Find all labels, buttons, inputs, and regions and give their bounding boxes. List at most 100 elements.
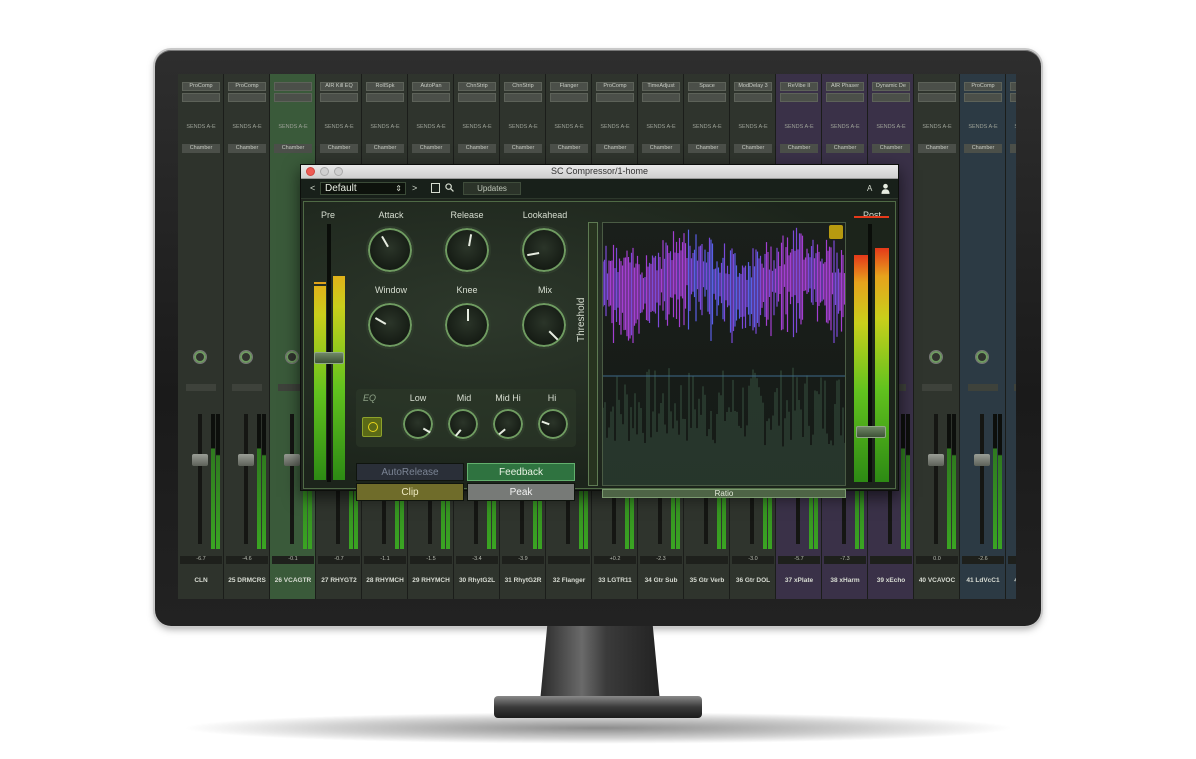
track-name[interactable]: 29 RHYMCH xyxy=(408,577,454,587)
send-slot[interactable]: Chamber xyxy=(596,144,634,153)
title-bar[interactable]: SC Compressor/1-home xyxy=(301,165,898,179)
clip-button[interactable]: Clip xyxy=(356,483,464,501)
insert-slot[interactable]: Dynamic De xyxy=(872,82,910,91)
insert-slot-empty[interactable] xyxy=(412,93,450,102)
volume-fader[interactable] xyxy=(192,454,208,466)
eq-hi-knob[interactable] xyxy=(536,407,570,441)
track-name[interactable]: 34 Gtr Sub xyxy=(638,577,684,587)
track-name[interactable]: 28 RHYMCH xyxy=(362,577,408,587)
insert-slot-empty[interactable] xyxy=(458,93,496,102)
send-slot[interactable]: Chamber xyxy=(1010,144,1016,153)
send-slot[interactable]: Chamber xyxy=(780,144,818,153)
send-slot[interactable]: Chamber xyxy=(688,144,726,153)
insert-slot[interactable] xyxy=(274,82,312,91)
insert-slot-empty[interactable] xyxy=(274,93,312,102)
track-name[interactable]: 32 Flanger xyxy=(546,577,592,587)
send-slot[interactable]: Chamber xyxy=(320,144,358,153)
track-name[interactable]: CLN xyxy=(178,577,224,587)
send-slot[interactable]: Chamber xyxy=(228,144,266,153)
send-slot[interactable]: Chamber xyxy=(642,144,680,153)
send-slot[interactable]: Chamber xyxy=(964,144,1002,153)
insert-slot-empty[interactable] xyxy=(228,93,266,102)
pan-knob[interactable] xyxy=(193,350,207,364)
insert-slot-empty[interactable] xyxy=(182,93,220,102)
insert-slot[interactable]: ModDelay 3 xyxy=(734,82,772,91)
eq-low-knob[interactable] xyxy=(401,407,435,441)
insert-slot-empty[interactable] xyxy=(872,93,910,102)
insert-slot[interactable]: AIR Kill EQ xyxy=(320,82,358,91)
insert-slot-empty[interactable] xyxy=(550,93,588,102)
next-preset-button[interactable]: > xyxy=(412,183,417,193)
send-slot[interactable]: Chamber xyxy=(872,144,910,153)
track-name[interactable]: 35 Gtr Verb xyxy=(684,577,730,587)
insert-slot[interactable] xyxy=(918,82,956,91)
send-slot[interactable]: Chamber xyxy=(458,144,496,153)
volume-fader[interactable] xyxy=(928,454,944,466)
autorelease-button[interactable]: AutoRelease xyxy=(356,463,464,481)
insert-slot[interactable]: Flanger xyxy=(550,82,588,91)
send-slot[interactable]: Chamber xyxy=(734,144,772,153)
input-gain-fader[interactable] xyxy=(314,352,344,364)
preset-selector[interactable]: Default ⇕ xyxy=(320,182,406,195)
insert-slot-empty[interactable] xyxy=(642,93,680,102)
search-icon[interactable] xyxy=(445,183,454,192)
volume-fader[interactable] xyxy=(974,454,990,466)
solo-mute-buttons[interactable] xyxy=(186,384,216,391)
insert-slot-empty[interactable] xyxy=(780,93,818,102)
insert-slot[interactable]: RollSpk xyxy=(366,82,404,91)
track-name[interactable]: 30 RhytG2L xyxy=(454,577,500,587)
pan-knob[interactable] xyxy=(239,350,253,364)
track-name[interactable]: 33 LGTR11 xyxy=(592,577,638,587)
insert-slot-empty[interactable] xyxy=(504,93,542,102)
bars-view-icon[interactable] xyxy=(829,225,843,239)
window-knob[interactable] xyxy=(366,301,414,349)
insert-slot-empty[interactable] xyxy=(826,93,864,102)
send-slot[interactable]: Chamber xyxy=(826,144,864,153)
mix-knob[interactable] xyxy=(520,301,568,349)
track-name[interactable]: 42 LdVcC xyxy=(1006,577,1016,587)
solo-mute-buttons[interactable] xyxy=(1014,384,1016,391)
track-name[interactable]: 36 Gtr DOL xyxy=(730,577,776,587)
track-name[interactable]: 27 RHYGT2 xyxy=(316,577,362,587)
track-name[interactable]: 26 VCAGTR xyxy=(270,577,316,587)
insert-slot[interactable]: ChnStrip xyxy=(458,82,496,91)
attack-knob[interactable] xyxy=(366,226,414,274)
eq-power-button[interactable] xyxy=(362,417,382,437)
insert-slot[interactable]: ProComp xyxy=(964,82,1002,91)
ab-compare-button[interactable]: A xyxy=(867,184,872,193)
insert-slot-empty[interactable] xyxy=(964,93,1002,102)
insert-slot-empty[interactable] xyxy=(366,93,404,102)
send-slot[interactable]: Chamber xyxy=(366,144,404,153)
output-gain-fader[interactable] xyxy=(856,426,886,438)
insert-slot-empty[interactable] xyxy=(1010,93,1016,102)
insert-slot[interactable]: Space xyxy=(688,82,726,91)
track-name[interactable]: 25 DRMCRS xyxy=(224,577,270,587)
compressor-plugin-window[interactable]: SC Compressor/1-home < Default ⇕ > Updat… xyxy=(300,164,899,501)
save-icon[interactable] xyxy=(431,183,440,193)
track-name[interactable]: 38 xHarm xyxy=(822,577,868,587)
previous-preset-button[interactable]: < xyxy=(310,183,315,193)
feedback-button[interactable]: Feedback xyxy=(467,463,575,481)
peak-button[interactable]: Peak xyxy=(467,483,575,501)
send-slot[interactable]: Chamber xyxy=(274,144,312,153)
threshold-slider[interactable] xyxy=(588,222,598,486)
insert-slot-empty[interactable] xyxy=(688,93,726,102)
insert-slot[interactable]: AIR Phaser xyxy=(826,82,864,91)
solo-mute-buttons[interactable] xyxy=(232,384,262,391)
track-name[interactable]: 31 RhytG2R xyxy=(500,577,546,587)
insert-slot[interactable]: ProComp xyxy=(596,82,634,91)
insert-slot[interactable] xyxy=(1010,82,1016,91)
insert-slot[interactable]: TimeAdjust xyxy=(642,82,680,91)
insert-slot[interactable]: ChnStrip xyxy=(504,82,542,91)
insert-slot-empty[interactable] xyxy=(320,93,358,102)
track-name[interactable]: 40 VCAVOC xyxy=(914,577,960,587)
insert-slot-empty[interactable] xyxy=(734,93,772,102)
send-slot[interactable]: Chamber xyxy=(504,144,542,153)
track-name[interactable]: 37 xPlate xyxy=(776,577,822,587)
send-slot[interactable]: Chamber xyxy=(412,144,450,153)
eq-midhi-knob[interactable] xyxy=(491,407,525,441)
updates-button[interactable]: Updates xyxy=(463,182,521,195)
ratio-slider[interactable]: Ratio xyxy=(602,489,846,498)
knee-knob[interactable] xyxy=(443,301,491,349)
insert-slot-empty[interactable] xyxy=(596,93,634,102)
